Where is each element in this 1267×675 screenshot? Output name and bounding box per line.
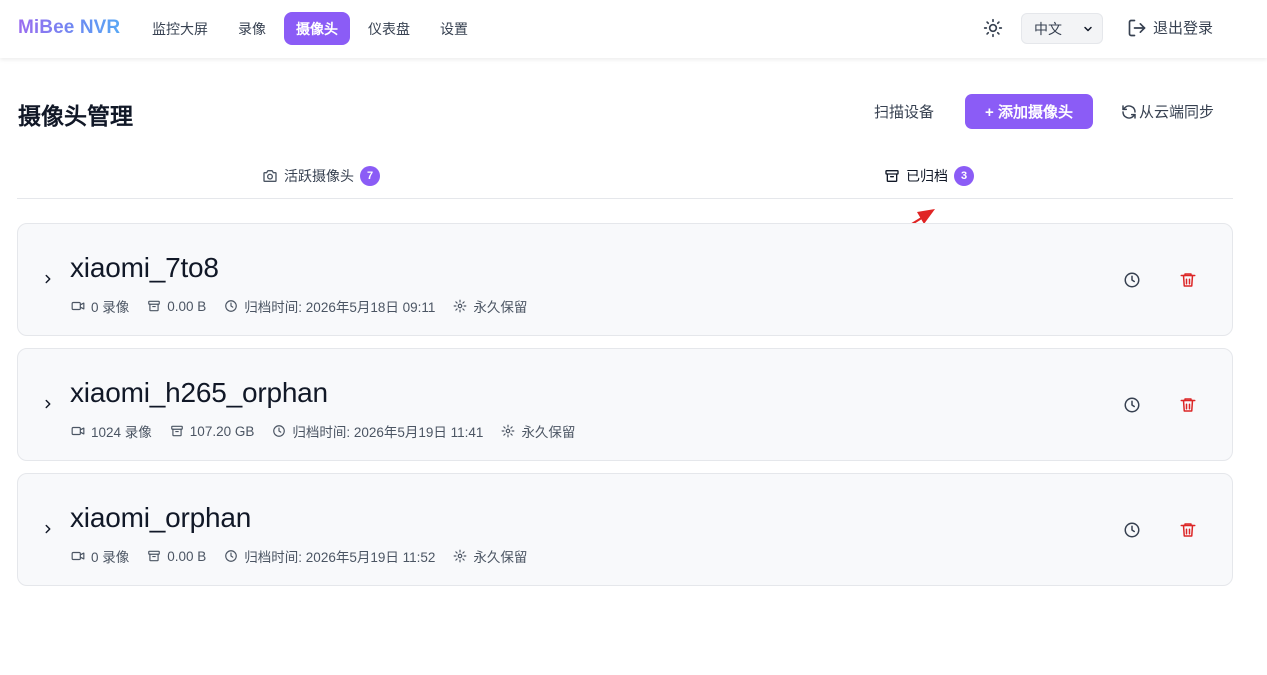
retention-policy: 永久保留 [453, 296, 527, 316]
storage-size: 0.00 B [147, 299, 206, 314]
video-icon [71, 426, 85, 436]
archived-time-text: 归档时间: 2026年5月19日 11:41 [292, 425, 484, 440]
logout-icon [1128, 19, 1146, 36]
trash-icon [1180, 273, 1196, 287]
main-nav: 监控大屏 录像 摄像头 仪表盘 设置 [140, 12, 480, 45]
archive-icon [148, 300, 161, 312]
refresh-icon [1122, 104, 1136, 119]
video-icon [71, 551, 85, 561]
archived-camera-card: xiaomi_orphan 0 录像 0.00 B 归档时间: 2026年5月1… [17, 473, 1233, 586]
chevron-right-icon [45, 399, 51, 409]
camera-meta: 1024 录像 107.20 GB 归档时间: 2026年5月19日 11:41… [71, 421, 575, 441]
language-select-value: 中文 [1034, 20, 1062, 37]
top-navbar: MiBee NVR 监控大屏 录像 摄像头 仪表盘 设置 中文 退出登录 [0, 0, 1267, 58]
recordings-text: 0 录像 [91, 300, 130, 315]
camera-tabs: 活跃摄像头 7 已归档 3 [17, 158, 1233, 199]
expand-button[interactable] [40, 520, 56, 538]
logout-label: 退出登录 [1153, 20, 1214, 37]
storage-size: 0.00 B [147, 549, 206, 564]
chevron-right-icon [45, 274, 51, 284]
restore-history-button[interactable] [1123, 271, 1143, 291]
scan-devices-button[interactable]: 扫描设备 [866, 94, 942, 129]
brand-logo[interactable]: MiBee NVR [18, 17, 120, 39]
clock-icon [225, 300, 238, 312]
restore-history-button[interactable] [1123, 396, 1143, 416]
retention-policy: 永久保留 [453, 546, 527, 566]
archived-time-text: 归档时间: 2026年5月19日 11:52 [244, 550, 436, 565]
recordings-count: 1024 录像 [71, 421, 152, 441]
count-badge: 7 [360, 166, 380, 186]
trash-icon [1180, 523, 1196, 537]
video-icon [71, 301, 85, 311]
sun-icon [983, 18, 1003, 38]
archived-time: 归档时间: 2026年5月19日 11:52 [224, 546, 435, 566]
camera-meta: 0 录像 0.00 B 归档时间: 2026年5月19日 11:52 永久保留 [71, 546, 527, 566]
nav-item-recordings[interactable]: 录像 [226, 12, 278, 45]
clock-icon [1124, 272, 1140, 288]
count-badge: 3 [954, 166, 974, 186]
archived-camera-card: xiaomi_h265_orphan 1024 录像 107.20 GB 归档时… [17, 348, 1233, 461]
add-camera-button[interactable]: + 添加摄像头 [965, 94, 1093, 129]
clock-icon [273, 425, 286, 437]
chevron-down-icon [1084, 26, 1092, 32]
logout-button[interactable]: 退出登录 [1127, 17, 1213, 38]
clock-icon [1124, 397, 1140, 413]
size-text: 107.20 GB [189, 423, 255, 439]
tab-active-cameras[interactable]: 活跃摄像头 7 [262, 166, 380, 186]
nav-item-dashboard[interactable]: 仪表盘 [356, 12, 422, 45]
delete-camera-button[interactable] [1179, 396, 1199, 416]
nav-item-cameras[interactable]: 摄像头 [284, 12, 350, 45]
archived-time: 归档时间: 2026年5月18日 09:11 [224, 296, 435, 316]
archived-time: 归档时间: 2026年5月19日 11:41 [272, 421, 483, 441]
tab-archived-label: 已归档 [906, 168, 948, 184]
camera-name: xiaomi_7to8 [70, 252, 219, 283]
size-text: 0.00 B [167, 548, 207, 564]
recordings-count: 0 录像 [71, 296, 129, 316]
camera-meta: 0 录像 0.00 B 归档时间: 2026年5月18日 09:11 永久保留 [71, 296, 527, 316]
clock-icon [1124, 522, 1140, 538]
delete-camera-button[interactable] [1179, 521, 1199, 541]
nav-item-settings[interactable]: 设置 [428, 12, 480, 45]
theme-toggle-button[interactable] [981, 16, 1005, 40]
size-text: 0.00 B [167, 298, 207, 314]
restore-history-button[interactable] [1123, 521, 1143, 541]
expand-button[interactable] [40, 270, 56, 288]
gear-icon [453, 549, 467, 563]
storage-size: 107.20 GB [170, 423, 255, 439]
delete-camera-button[interactable] [1179, 271, 1199, 291]
recordings-count: 0 录像 [71, 546, 129, 566]
camera-name: xiaomi_orphan [70, 502, 252, 533]
language-select[interactable]: 中文 [1021, 13, 1103, 44]
tab-archived[interactable]: 已归档 3 [884, 166, 974, 186]
gear-icon [502, 424, 515, 438]
retention-text: 永久保留 [473, 550, 528, 565]
archive-icon [170, 425, 183, 437]
retention-text: 永久保留 [521, 425, 576, 440]
sync-from-cloud-button[interactable]: 从云端同步 [1117, 94, 1218, 129]
archived-time-text: 归档时间: 2026年5月18日 09:11 [244, 300, 436, 315]
page-title: 摄像头管理 [18, 103, 133, 129]
sync-label: 从云端同步 [1139, 104, 1215, 121]
recordings-text: 1024 录像 [91, 425, 152, 440]
camera-name: xiaomi_h265_orphan [70, 377, 328, 408]
archived-camera-card: xiaomi_7to8 0 录像 0.00 B 归档时间: 2026年5月18日… [17, 223, 1233, 336]
nav-item-monitor-wall[interactable]: 监控大屏 [140, 12, 220, 45]
clock-icon [225, 550, 238, 562]
retention-policy: 永久保留 [501, 421, 575, 441]
archive-icon [148, 550, 161, 562]
expand-button[interactable] [40, 395, 56, 413]
camera-icon [263, 170, 277, 182]
trash-icon [1180, 398, 1196, 412]
chevron-right-icon [45, 524, 51, 534]
archive-icon [885, 170, 899, 182]
retention-text: 永久保留 [473, 300, 528, 315]
gear-icon [453, 299, 467, 313]
tab-active-cameras-label: 活跃摄像头 [284, 168, 354, 184]
recordings-text: 0 录像 [91, 550, 130, 565]
